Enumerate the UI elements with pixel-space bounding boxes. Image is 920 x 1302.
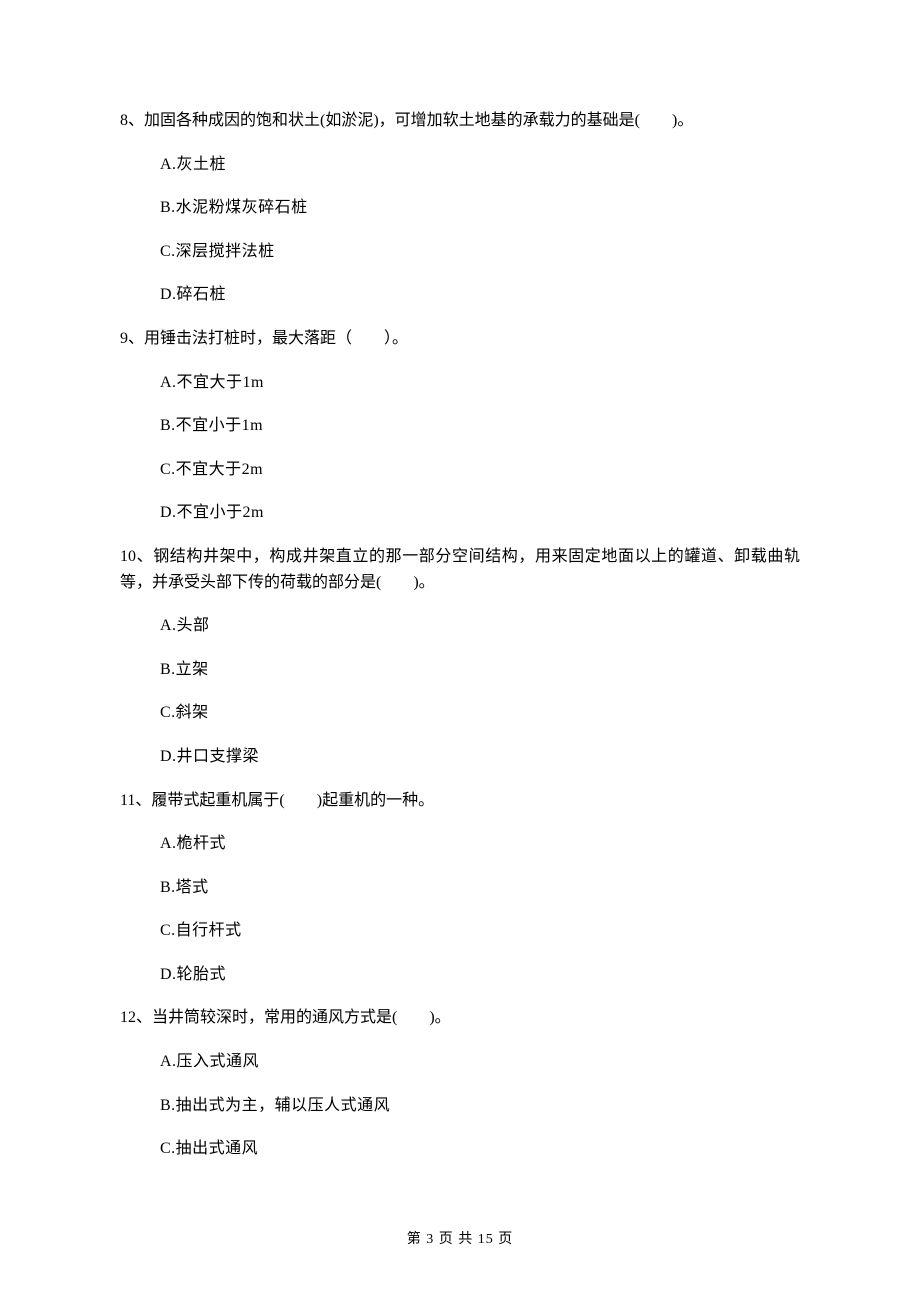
question-stem: 当井筒较深时，常用的通风方式是( )。 <box>152 1009 451 1026</box>
options-list: A.压入式通风 B.抽出式为主，辅以压人式通风 C.抽出式通风 <box>120 1049 800 1162</box>
options-list: A.不宜大于1m B.不宜小于1m C.不宜大于2m D.不宜小于2m <box>120 370 800 526</box>
question-number: 8、 <box>120 112 144 129</box>
option-a: A.桅杆式 <box>160 831 800 857</box>
option-d: D.碎石桩 <box>160 282 800 308</box>
option-c: C.自行杆式 <box>160 918 800 944</box>
option-b: B.水泥粉煤灰碎石桩 <box>160 195 800 221</box>
question-8: 8、加固各种成因的饱和状土(如淤泥)，可增加软土地基的承载力的基础是( )。 A… <box>120 108 800 308</box>
page-footer: 第 3 页 共 15 页 <box>0 1228 920 1248</box>
option-b: B.抽出式为主，辅以压人式通风 <box>160 1093 800 1119</box>
option-c: C.斜架 <box>160 700 800 726</box>
question-number: 11、 <box>120 792 151 809</box>
option-d: D.轮胎式 <box>160 962 800 988</box>
question-11: 11、履带式起重机属于( )起重机的一种。 A.桅杆式 B.塔式 C.自行杆式 … <box>120 788 800 988</box>
option-a: A.不宜大于1m <box>160 370 800 396</box>
question-number: 10、 <box>120 548 153 565</box>
question-text: 8、加固各种成因的饱和状土(如淤泥)，可增加软土地基的承载力的基础是( )。 <box>120 108 800 134</box>
option-c: C.抽出式通风 <box>160 1136 800 1162</box>
question-stem: 履带式起重机属于( )起重机的一种。 <box>151 792 434 809</box>
question-stem: 用锤击法打桩时，最大落距（ ）。 <box>144 330 408 347</box>
option-a: A.压入式通风 <box>160 1049 800 1075</box>
question-text: 10、钢结构井架中，构成井架直立的那一部分空间结构，用来固定地面以上的罐道、卸载… <box>120 544 800 595</box>
question-text: 9、用锤击法打桩时，最大落距（ ）。 <box>120 326 800 352</box>
option-b: B.塔式 <box>160 875 800 901</box>
question-9: 9、用锤击法打桩时，最大落距（ ）。 A.不宜大于1m B.不宜小于1m C.不… <box>120 326 800 526</box>
option-a: A.灰土桩 <box>160 152 800 178</box>
question-text: 11、履带式起重机属于( )起重机的一种。 <box>120 788 800 814</box>
option-d: D.井口支撑梁 <box>160 744 800 770</box>
option-d: D.不宜小于2m <box>160 500 800 526</box>
options-list: A.头部 B.立架 C.斜架 D.井口支撑梁 <box>120 613 800 769</box>
question-10: 10、钢结构井架中，构成井架直立的那一部分空间结构，用来固定地面以上的罐道、卸载… <box>120 544 800 770</box>
question-12: 12、当井筒较深时，常用的通风方式是( )。 A.压入式通风 B.抽出式为主，辅… <box>120 1005 800 1161</box>
options-list: A.桅杆式 B.塔式 C.自行杆式 D.轮胎式 <box>120 831 800 987</box>
question-stem: 加固各种成因的饱和状土(如淤泥)，可增加软土地基的承载力的基础是( )。 <box>144 112 693 129</box>
options-list: A.灰土桩 B.水泥粉煤灰碎石桩 C.深层搅拌法桩 D.碎石桩 <box>120 152 800 308</box>
option-b: B.不宜小于1m <box>160 413 800 439</box>
question-stem: 钢结构井架中，构成井架直立的那一部分空间结构，用来固定地面以上的罐道、卸载曲轨等… <box>120 548 800 591</box>
question-text: 12、当井筒较深时，常用的通风方式是( )。 <box>120 1005 800 1031</box>
option-c: C.深层搅拌法桩 <box>160 239 800 265</box>
question-number: 12、 <box>120 1009 152 1026</box>
question-number: 9、 <box>120 330 144 347</box>
option-c: C.不宜大于2m <box>160 457 800 483</box>
option-a: A.头部 <box>160 613 800 639</box>
page-content: 8、加固各种成因的饱和状土(如淤泥)，可增加软土地基的承载力的基础是( )。 A… <box>0 0 920 1162</box>
option-b: B.立架 <box>160 657 800 683</box>
